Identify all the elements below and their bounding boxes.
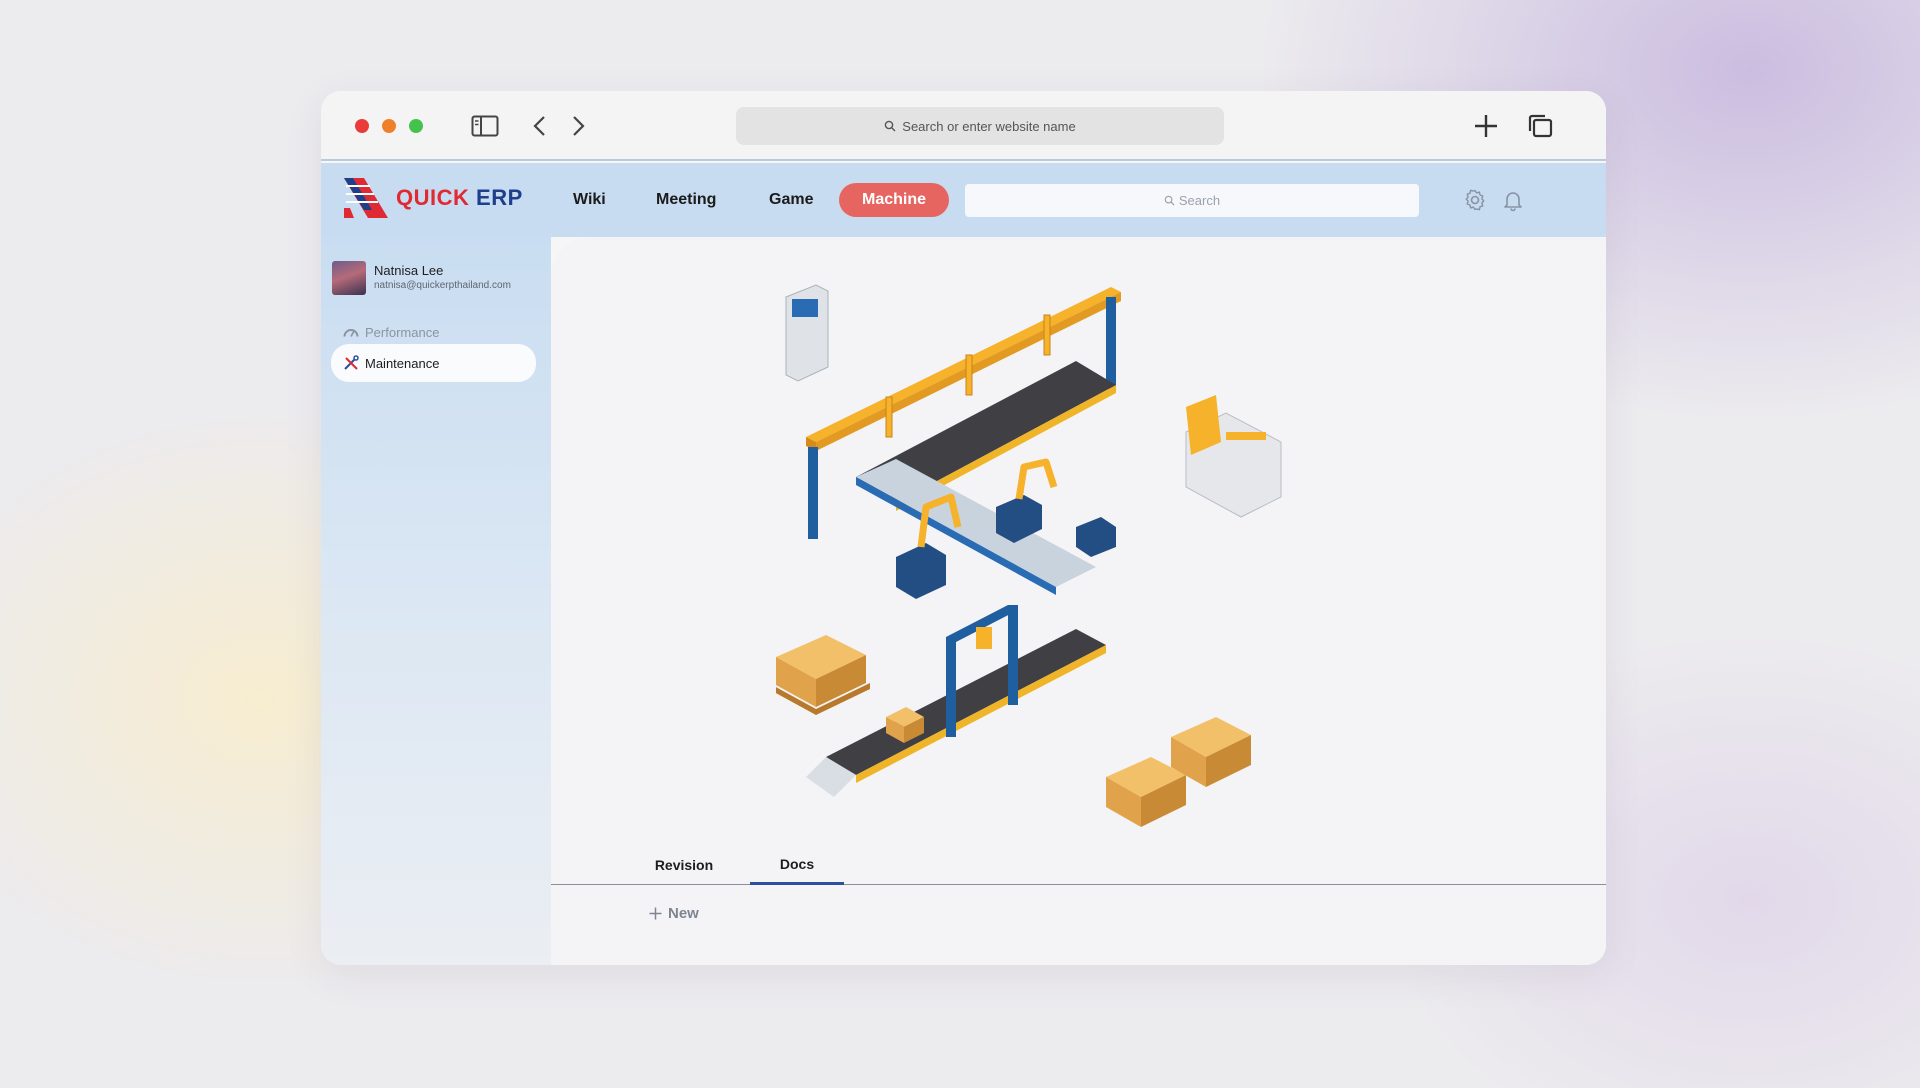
search-icon (1164, 195, 1175, 206)
sidebar-item-maintenance[interactable]: Maintenance (331, 344, 536, 382)
nav-machine[interactable]: Machine (839, 183, 950, 217)
sidebar: Natnisa Lee natnisa@quickerpthailand.com… (321, 237, 551, 965)
address-placeholder: Search or enter website name (902, 118, 1076, 134)
app-header: QUICK ERP Wiki Meeting Game Machine Sear… (321, 163, 1606, 237)
logo-erp-text: ERP (476, 185, 523, 210)
nav-wiki[interactable]: Wiki (573, 183, 606, 217)
logo-quick-text: QUICK (396, 185, 470, 210)
user-profile[interactable]: Natnisa Lee natnisa@quickerpthailand.com (332, 261, 511, 295)
browser-window: Search or enter website name QUICK ERP W… (321, 91, 1606, 965)
tab-docs[interactable]: Docs (750, 845, 844, 885)
new-button-label: New (668, 905, 699, 922)
avatar (332, 261, 366, 295)
app-search-placeholder: Search (1178, 193, 1221, 208)
address-bar[interactable]: Search or enter website name (736, 107, 1224, 145)
gear-icon[interactable] (1463, 188, 1487, 212)
plus-icon (649, 907, 662, 920)
user-name: Natnisa Lee (374, 263, 444, 278)
maximize-window-button[interactable] (409, 119, 423, 133)
tab-revision[interactable]: Revision (629, 845, 739, 885)
sidebar-item-label: Maintenance (365, 355, 440, 371)
tools-icon (344, 355, 359, 370)
back-icon[interactable] (529, 110, 549, 142)
search-icon (884, 120, 896, 132)
sidebar-toggle-icon[interactable] (470, 110, 500, 142)
new-tab-icon[interactable] (1471, 110, 1501, 142)
app-search-input[interactable]: Search (965, 184, 1419, 217)
browser-toolbar: Search or enter website name (321, 91, 1606, 161)
tabs-overview-icon[interactable] (1525, 110, 1555, 142)
user-email: natnisa@quickerpthailand.com (374, 280, 511, 291)
minimize-window-button[interactable] (382, 119, 396, 133)
gauge-icon (343, 329, 359, 337)
logo[interactable]: QUICK ERP (344, 178, 523, 218)
nav-meeting[interactable]: Meeting (656, 183, 716, 217)
logo-icon (344, 178, 388, 218)
close-window-button[interactable] (355, 119, 369, 133)
main-content: Revision Docs New (551, 237, 1606, 965)
new-button[interactable]: New (649, 905, 699, 922)
bell-icon[interactable] (1501, 188, 1525, 212)
factory-illustration (776, 284, 1282, 827)
content-tabs: Revision Docs (551, 845, 1606, 885)
nav-game[interactable]: Game (769, 183, 813, 217)
forward-icon[interactable] (569, 110, 589, 142)
sidebar-item-label: Performance (365, 324, 440, 340)
